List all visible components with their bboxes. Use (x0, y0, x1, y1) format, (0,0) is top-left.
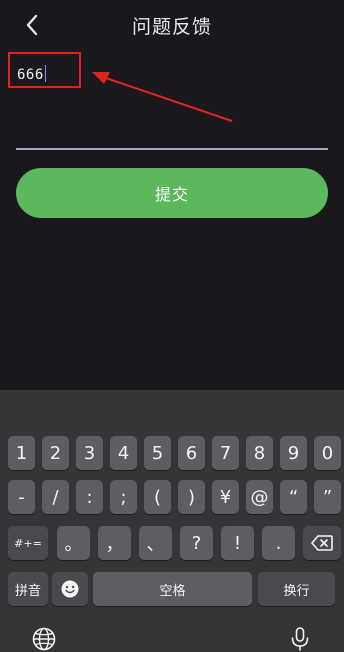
page-title: 问题反馈 (131, 16, 212, 38)
key-comma[interactable]: ， (98, 526, 131, 560)
key-slash[interactable]: / (42, 480, 69, 514)
microphone-icon[interactable] (287, 626, 313, 652)
key-exclamation[interactable]: ! (221, 526, 254, 560)
annotation-highlight-box (8, 52, 81, 88)
space-key[interactable]: 空格 (93, 572, 252, 606)
delete-icon (311, 535, 333, 551)
key-more-symbols[interactable]: #+= (8, 526, 48, 560)
key-colon[interactable]: : (76, 480, 103, 514)
emoji-icon (61, 580, 79, 598)
keyboard: 1 2 3 4 5 6 7 8 9 0 - / : ; ( ) ¥ @ “ ” … (0, 390, 344, 652)
key-hyphen[interactable]: - (8, 480, 35, 514)
key-0[interactable]: 0 (314, 436, 341, 470)
key-period[interactable]: . (262, 526, 295, 560)
input-underline (16, 148, 328, 150)
key-right-paren[interactable]: ) (178, 480, 205, 514)
emoji-key[interactable] (52, 572, 88, 606)
submit-button[interactable]: 提交 (16, 168, 328, 218)
key-8[interactable]: 8 (246, 436, 273, 470)
key-pinyin[interactable]: 拼音 (8, 572, 48, 606)
key-left-paren[interactable]: ( (144, 480, 171, 514)
key-enumeration-comma[interactable]: 、 (139, 526, 172, 560)
delete-key[interactable] (303, 526, 341, 560)
key-1[interactable]: 1 (8, 436, 35, 470)
key-return[interactable]: 换行 (258, 572, 335, 606)
key-at[interactable]: @ (246, 480, 273, 514)
key-question[interactable]: ? (180, 526, 213, 560)
key-5[interactable]: 5 (144, 436, 171, 470)
key-4[interactable]: 4 (110, 436, 137, 470)
key-3[interactable]: 3 (76, 436, 103, 470)
key-close-quote[interactable]: ” (314, 480, 341, 514)
key-6[interactable]: 6 (178, 436, 205, 470)
key-yen[interactable]: ¥ (212, 480, 239, 514)
key-full-stop[interactable]: 。 (57, 526, 90, 560)
key-2[interactable]: 2 (42, 436, 69, 470)
key-semicolon[interactable]: ; (110, 480, 137, 514)
header: 问题反馈 (0, 0, 344, 50)
key-open-quote[interactable]: “ (280, 480, 307, 514)
key-9[interactable]: 9 (280, 436, 307, 470)
key-7[interactable]: 7 (212, 436, 239, 470)
globe-icon[interactable] (31, 626, 57, 652)
